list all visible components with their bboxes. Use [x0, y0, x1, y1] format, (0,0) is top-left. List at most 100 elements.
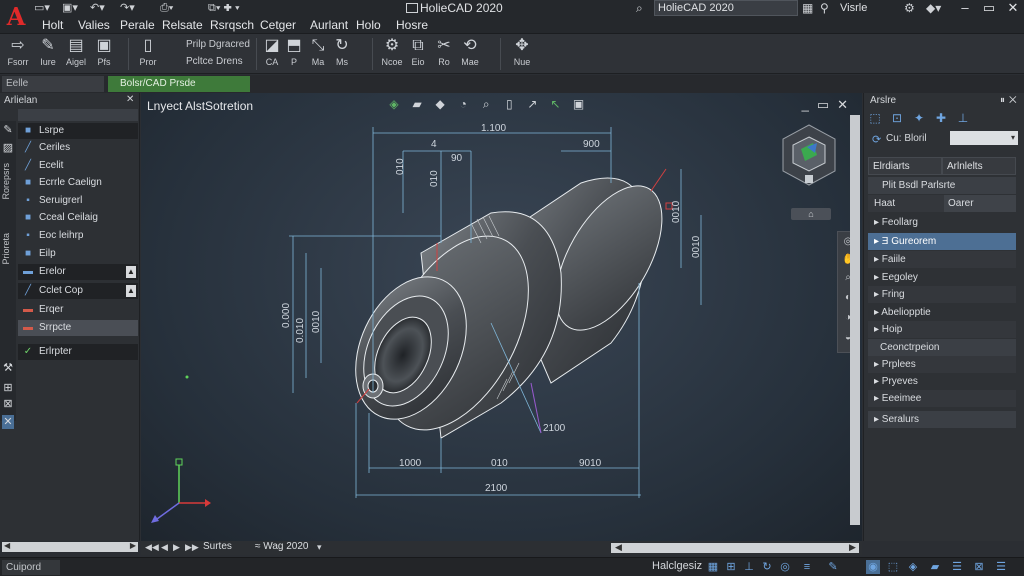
lineweight-icon[interactable]: ≡: [800, 560, 814, 574]
minimize-button[interactable]: –: [952, 0, 978, 16]
hardware-icon[interactable]: ◈: [906, 560, 920, 574]
property-row[interactable]: Haat Oarer: [868, 195, 1016, 212]
menu-item-4[interactable]: Relsate: [162, 17, 203, 33]
select-icon[interactable]: ⬚: [868, 111, 882, 125]
tab-document[interactable]: Bolsr/CAD Prsde: [108, 76, 250, 92]
menu-item-3[interactable]: Perale: [120, 17, 155, 33]
tool-item[interactable]: ╱ Cclet Cop ▲: [18, 283, 138, 299]
object-type-select[interactable]: ▾: [950, 131, 1018, 145]
save-icon[interactable]: ▣▾: [62, 1, 78, 15]
collapse-icon[interactable]: ▲: [126, 266, 136, 278]
viewport-vertical-scrollbar[interactable]: [850, 115, 860, 525]
search-input[interactable]: HolieCAD 2020: [654, 0, 798, 16]
tools-icon[interactable]: ⚒: [2, 361, 14, 375]
app-logo-icon[interactable]: A: [2, 2, 30, 32]
cube-icon[interactable]: ◆: [433, 97, 447, 111]
ribbon-button-1[interactable]: ⇨ Fsorr: [4, 36, 32, 72]
property-row[interactable]: ▸ Feollarg: [868, 214, 1016, 231]
tool-item[interactable]: ╱ Ecelit: [18, 158, 138, 174]
redo-icon[interactable]: ↷▾: [120, 1, 135, 15]
horizontal-scrollbar[interactable]: [611, 543, 859, 553]
render-icon[interactable]: ▣: [572, 97, 586, 111]
ortho-icon[interactable]: ⊥: [742, 560, 756, 574]
tool-item[interactable]: ▪ Eoc leihrp: [18, 228, 138, 244]
cursor-icon[interactable]: ↖: [548, 97, 562, 111]
lock-icon[interactable]: ⊡: [890, 111, 904, 125]
tool-item[interactable]: ▬ Srrpcte: [18, 320, 138, 336]
property-row[interactable]: ▸ Hoip: [868, 321, 1016, 338]
tab-properties[interactable]: Rorepsrs: [1, 163, 15, 200]
left-panel-scrollbar[interactable]: ◀ ▶: [2, 541, 138, 553]
last-tab-icon[interactable]: ▶▶: [185, 542, 199, 553]
menu-item-1[interactable]: Holt: [42, 17, 63, 33]
ribbon-button-12[interactable]: ✂ Ro: [430, 36, 458, 72]
osnap-icon[interactable]: ◎: [778, 560, 792, 574]
customize-icon[interactable]: ☰: [994, 560, 1008, 574]
ribbon-button-2[interactable]: ✎ Iure: [34, 36, 62, 72]
ribbon-button-10[interactable]: ⚙ Ncoe: [378, 36, 406, 72]
home-icon[interactable]: ⌂: [791, 208, 831, 220]
tool-item[interactable]: ✓ Erlrpter: [18, 344, 138, 360]
scroll-left-icon[interactable]: ◀: [615, 542, 622, 553]
tab-elements[interactable]: Elrdiarts: [868, 157, 942, 175]
ribbon-button-13[interactable]: ⟲ Mae: [456, 36, 484, 72]
first-tab-icon[interactable]: ◀◀: [145, 542, 159, 553]
clean-screen-icon[interactable]: ▰: [928, 560, 942, 574]
property-row[interactable]: ▸ Fring: [868, 286, 1016, 303]
scroll-right-icon[interactable]: ▶: [849, 542, 856, 553]
orbit-icon[interactable]: ◔: [456, 97, 470, 111]
tab-attributes[interactable]: Arlnlelts: [942, 157, 1016, 175]
ribbon-button-14[interactable]: ✥ Nue: [508, 36, 536, 72]
undo-icon[interactable]: ↶▾: [90, 1, 105, 15]
property-row[interactable]: ▸ Faiile: [868, 251, 1016, 268]
property-row[interactable]: Ceonctrpeion: [868, 339, 1016, 356]
property-row[interactable]: ▸ Prplees: [868, 356, 1016, 373]
ribbon-button-4[interactable]: ▣ Pfs: [90, 36, 118, 72]
collapse-icon[interactable]: ▲: [126, 285, 136, 297]
tool-item[interactable]: ▪ Seruigrerl: [18, 193, 138, 209]
lock-ui-icon[interactable]: ⊠: [972, 560, 986, 574]
ribbon-text-1[interactable]: Prilp Dgracred: [186, 39, 250, 50]
property-row[interactable]: ▸ Pryeves: [868, 373, 1016, 390]
box-icon[interactable]: ▰: [410, 97, 424, 111]
drawing-viewport[interactable]: 1.100 4 90 900 010 010 0010 0010 0.000 0…: [141, 93, 862, 541]
share-icon[interactable]: ⧉▾ ✚ ▾: [208, 1, 240, 15]
tab-search-input[interactable]: Eelle: [2, 76, 104, 92]
property-row[interactable]: Plit Bsdl Parlsrte: [868, 177, 1016, 194]
measure-icon[interactable]: ⊠: [2, 397, 14, 411]
property-row[interactable]: ▸ Abeliopptie: [868, 304, 1016, 321]
hatch-icon[interactable]: ▨: [2, 141, 14, 155]
property-row[interactable]: ▸ Eeeimee: [868, 390, 1016, 407]
ribbon-button-3[interactable]: ▤ Aigel: [62, 36, 90, 72]
workspace-icon[interactable]: ◉: [866, 560, 880, 574]
property-row-selected[interactable]: ▸ Ǝ Gureorem: [868, 233, 1016, 250]
menu-item-5[interactable]: Rsrqsch: [210, 17, 254, 33]
layers-icon[interactable]: ☰: [950, 560, 964, 574]
tool-item[interactable]: ■ Cceal Ceilaig: [18, 210, 138, 226]
panel-controls[interactable]: ⏸✕: [1000, 95, 1021, 106]
polar-icon[interactable]: ↻: [760, 560, 774, 574]
help-icon[interactable]: ◆▾: [926, 1, 941, 15]
menu-item-9[interactable]: Hosre: [396, 17, 428, 33]
ruler-icon[interactable]: ⊞: [2, 381, 14, 395]
viewport-label[interactable]: Lnyect AlstSotretion: [147, 99, 253, 113]
tab-model[interactable]: ≈ Wag 2020: [255, 541, 308, 552]
constraint-icon[interactable]: ✕: [2, 415, 14, 429]
tool-icon[interactable]: ⊥: [956, 111, 970, 125]
command-line-input[interactable]: Cuipord: [2, 560, 60, 575]
tab-layout[interactable]: Surtes: [203, 541, 232, 552]
tool-item[interactable]: ▬ Erqer: [18, 302, 138, 318]
tool-item[interactable]: ╱ Ceriles: [18, 140, 138, 156]
ribbon-button-11[interactable]: ⧉ Eio: [404, 36, 432, 72]
filter-icon[interactable]: ✦: [912, 111, 926, 125]
left-panel-search-input[interactable]: [18, 109, 138, 121]
cart-icon[interactable]: ▦: [802, 1, 813, 15]
account-label[interactable]: Visrle: [840, 1, 867, 15]
tab-palettes[interactable]: Prioreta: [1, 233, 15, 265]
menu-item-8[interactable]: Holo: [356, 17, 381, 33]
next-tab-icon[interactable]: ▶: [173, 542, 180, 553]
ribbon-text-2[interactable]: Pcltce Drens: [186, 56, 243, 67]
tool-item[interactable]: ■ Ecrrle Caelign: [18, 175, 138, 191]
grid-icon[interactable]: ▦: [706, 560, 720, 574]
print-icon[interactable]: ⎙▾: [160, 1, 173, 15]
